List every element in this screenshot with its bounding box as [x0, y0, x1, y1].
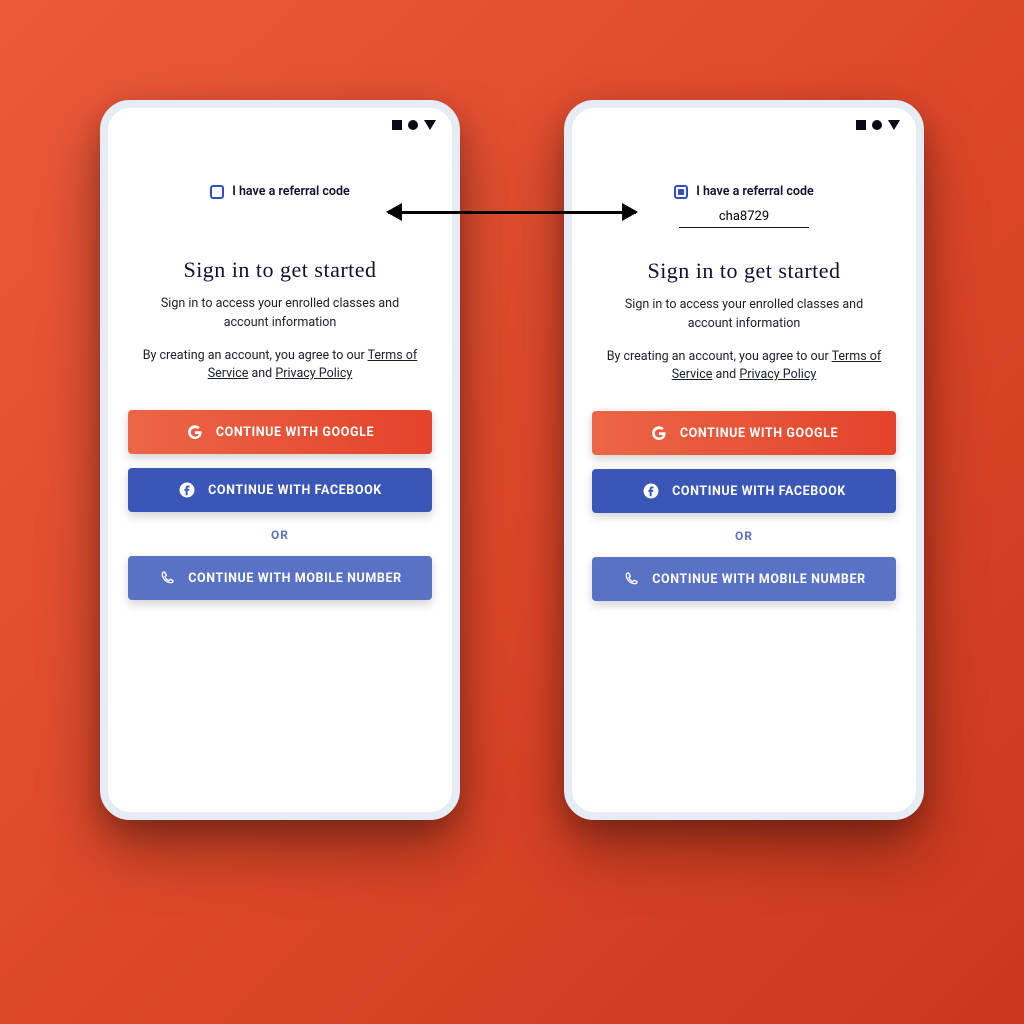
status-triangle-icon — [888, 120, 900, 130]
status-square-icon — [856, 120, 866, 130]
status-bar — [572, 108, 916, 136]
page-subtitle: Sign in to access your enrolled classes … — [592, 296, 896, 334]
continue-mobile-label: CONTINUE WITH MOBILE NUMBER — [652, 572, 865, 587]
phone-mockup-checked: I have a referral code Sign in to get st… — [564, 100, 924, 820]
continue-mobile-label: CONTINUE WITH MOBILE NUMBER — [188, 571, 401, 586]
status-circle-icon — [872, 120, 882, 130]
terms-and: and — [248, 366, 275, 381]
referral-checkbox[interactable] — [674, 185, 688, 199]
phone-icon — [158, 569, 176, 587]
status-bar — [108, 108, 452, 136]
facebook-icon — [642, 482, 660, 500]
referral-code-input[interactable] — [679, 207, 809, 228]
phone-mockup-unchecked: I have a referral code Sign in to get st… — [100, 100, 460, 820]
page-title: Sign in to get started — [128, 257, 432, 283]
referral-label: I have a referral code — [232, 184, 349, 199]
phone-icon — [622, 570, 640, 588]
terms-prefix: By creating an account, you agree to our — [607, 349, 832, 364]
transition-arrow-icon — [388, 211, 636, 214]
status-circle-icon — [408, 120, 418, 130]
continue-facebook-label: CONTINUE WITH FACEBOOK — [208, 483, 382, 498]
google-icon — [650, 424, 668, 442]
continue-google-label: CONTINUE WITH GOOGLE — [680, 426, 838, 441]
continue-google-button[interactable]: CONTINUE WITH GOOGLE — [128, 410, 432, 454]
continue-mobile-button[interactable]: CONTINUE WITH MOBILE NUMBER — [128, 556, 432, 600]
continue-facebook-button[interactable]: CONTINUE WITH FACEBOOK — [592, 469, 896, 513]
continue-google-label: CONTINUE WITH GOOGLE — [216, 425, 374, 440]
privacy-policy-link[interactable]: Privacy Policy — [739, 367, 816, 382]
page-title: Sign in to get started — [592, 258, 896, 284]
terms-prefix: By creating an account, you agree to our — [143, 348, 368, 363]
terms-text: By creating an account, you agree to our… — [128, 347, 432, 385]
or-divider: OR — [128, 528, 432, 542]
referral-label: I have a referral code — [696, 184, 813, 199]
continue-google-button[interactable]: CONTINUE WITH GOOGLE — [592, 411, 896, 455]
facebook-icon — [178, 481, 196, 499]
google-icon — [186, 423, 204, 441]
continue-facebook-button[interactable]: CONTINUE WITH FACEBOOK — [128, 468, 432, 512]
page-subtitle: Sign in to access your enrolled classes … — [128, 295, 432, 333]
referral-checkbox[interactable] — [210, 185, 224, 199]
status-triangle-icon — [424, 120, 436, 130]
privacy-policy-link[interactable]: Privacy Policy — [275, 366, 352, 381]
or-divider: OR — [592, 529, 896, 543]
continue-mobile-button[interactable]: CONTINUE WITH MOBILE NUMBER — [592, 557, 896, 601]
continue-facebook-label: CONTINUE WITH FACEBOOK — [672, 484, 846, 499]
terms-and: and — [712, 367, 739, 382]
terms-text: By creating an account, you agree to our… — [592, 348, 896, 386]
status-square-icon — [392, 120, 402, 130]
